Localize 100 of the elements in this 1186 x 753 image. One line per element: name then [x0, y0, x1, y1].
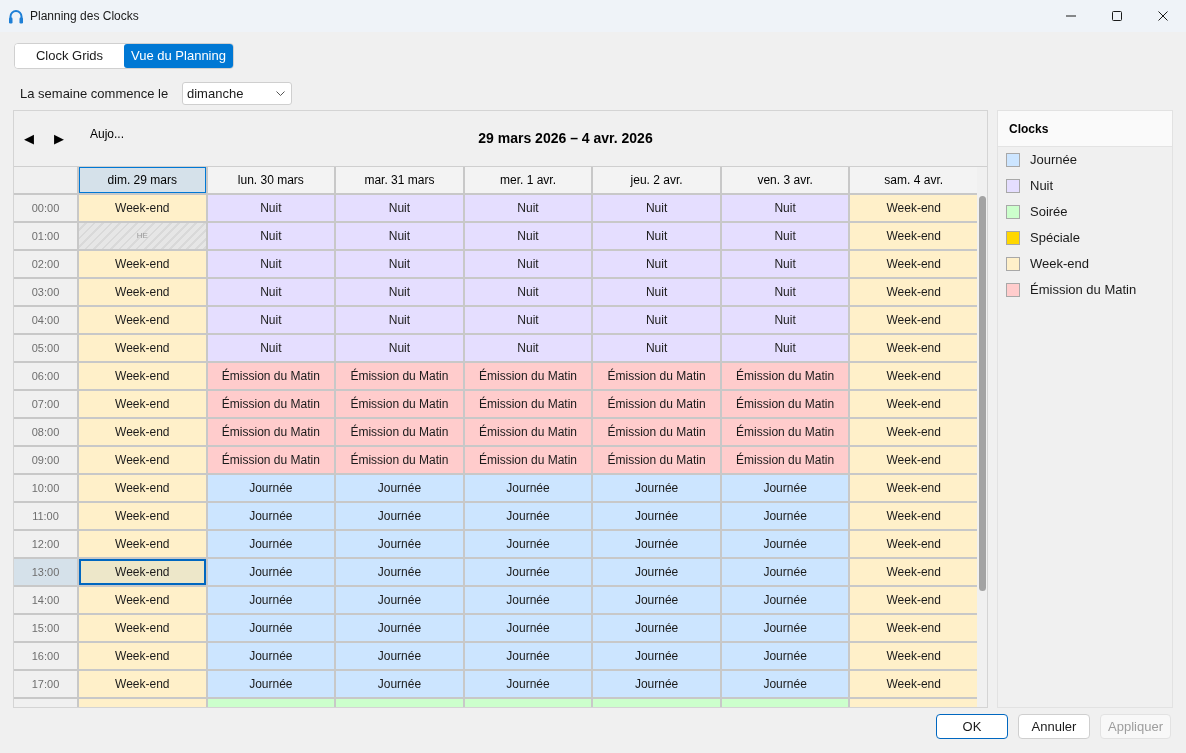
- schedule-cell[interactable]: Journée: [336, 503, 463, 529]
- schedule-cell[interactable]: Émission du Matin: [207, 391, 335, 417]
- schedule-cell[interactable]: Journée: [721, 587, 849, 613]
- schedule-cell[interactable]: Journée: [336, 559, 463, 585]
- schedule-cell[interactable]: Week-end: [79, 587, 206, 613]
- schedule-cell[interactable]: Journée: [464, 531, 592, 557]
- schedule-cell[interactable]: Nuit: [336, 307, 463, 333]
- schedule-cell[interactable]: Journée: [593, 531, 720, 557]
- schedule-cell[interactable]: Nuit: [464, 307, 592, 333]
- schedule-cell[interactable]: Nuit: [464, 335, 592, 361]
- dialog-button[interactable]: Annuler: [1018, 714, 1090, 739]
- schedule-cell[interactable]: Émission du Matin: [464, 363, 592, 389]
- schedule-cell[interactable]: Journée: [593, 587, 720, 613]
- schedule-cell[interactable]: Week-end: [850, 643, 977, 669]
- schedule-cell[interactable]: Émission du Matin: [593, 391, 720, 417]
- schedule-cell[interactable]: Week-end: [850, 279, 977, 305]
- schedule-cell[interactable]: Émission du Matin: [593, 419, 720, 445]
- schedule-cell[interactable]: Émission du Matin: [721, 419, 849, 445]
- schedule-cell[interactable]: Week-end: [850, 307, 977, 333]
- schedule-cell[interactable]: Journée: [593, 475, 720, 501]
- schedule-cell[interactable]: Journée: [336, 587, 463, 613]
- schedule-cell[interactable]: Journée: [464, 587, 592, 613]
- schedule-cell[interactable]: Journée: [207, 587, 335, 613]
- schedule-cell[interactable]: Week-end: [79, 419, 206, 445]
- schedule-cell[interactable]: Nuit: [464, 195, 592, 221]
- schedule-cell[interactable]: Nuit: [721, 195, 849, 221]
- schedule-cell[interactable]: Nuit: [721, 307, 849, 333]
- schedule-cell[interactable]: Nuit: [464, 251, 592, 277]
- schedule-cell[interactable]: Journée: [207, 615, 335, 641]
- schedule-cell[interactable]: Week-end: [850, 419, 977, 445]
- schedule-cell[interactable]: Émission du Matin: [464, 391, 592, 417]
- schedule-cell[interactable]: Nuit: [207, 335, 335, 361]
- schedule-cell[interactable]: Émission du Matin: [207, 363, 335, 389]
- schedule-cell[interactable]: Week-end: [850, 447, 977, 473]
- previous-button[interactable]: ◀: [14, 126, 44, 151]
- schedule-cell[interactable]: Journée: [721, 671, 849, 697]
- schedule-cell[interactable]: Émission du Matin: [593, 447, 720, 473]
- schedule-cell[interactable]: Week-end: [850, 335, 977, 361]
- schedule-cell[interactable]: Émission du Matin: [721, 391, 849, 417]
- schedule-cell[interactable]: Week-end: [850, 251, 977, 277]
- schedule-cell[interactable]: Journée: [336, 531, 463, 557]
- schedule-cell[interactable]: Émission du Matin: [464, 419, 592, 445]
- schedule-cell[interactable]: Journée: [593, 559, 720, 585]
- schedule-cell[interactable]: Week-end: [79, 363, 206, 389]
- schedule-cell[interactable]: Journée: [464, 503, 592, 529]
- schedule-cell[interactable]: Nuit: [336, 335, 463, 361]
- schedule-cell[interactable]: Émission du Matin: [207, 447, 335, 473]
- schedule-cell[interactable]: Week-end: [79, 307, 206, 333]
- schedule-cell[interactable]: Journée: [207, 475, 335, 501]
- schedule-cell[interactable]: Nuit: [721, 335, 849, 361]
- schedule-cell[interactable]: Journée: [336, 615, 463, 641]
- schedule-cell[interactable]: Week-end: [850, 531, 977, 557]
- schedule-cell[interactable]: Week-end: [850, 559, 977, 585]
- schedule-cell[interactable]: Week-end: [79, 475, 206, 501]
- schedule-cell[interactable]: Nuit: [593, 279, 720, 305]
- schedule-cell[interactable]: Week-end: [79, 531, 206, 557]
- schedule-cell[interactable]: Week-end: [850, 363, 977, 389]
- schedule-cell[interactable]: Journée: [336, 671, 463, 697]
- schedule-cell[interactable]: Journée: [207, 643, 335, 669]
- schedule-cell[interactable]: Émission du Matin: [721, 447, 849, 473]
- schedule-cell[interactable]: Journée: [207, 559, 335, 585]
- schedule-cell[interactable]: Week-end: [79, 503, 206, 529]
- schedule-cell[interactable]: Week-end: [850, 587, 977, 613]
- scrollbar-thumb[interactable]: [978, 196, 986, 591]
- schedule-cell[interactable]: Émission du Matin: [207, 419, 335, 445]
- schedule-cell[interactable]: Nuit: [207, 307, 335, 333]
- schedule-cell[interactable]: Week-end: [79, 559, 206, 585]
- tab[interactable]: Vue du Planning: [124, 44, 233, 68]
- schedule-cell[interactable]: Week-end: [850, 475, 977, 501]
- next-button[interactable]: ▶: [44, 126, 74, 151]
- schedule-cell[interactable]: Week-end: [79, 335, 206, 361]
- schedule-cell[interactable]: Nuit: [593, 251, 720, 277]
- schedule-cell[interactable]: Journée: [464, 475, 592, 501]
- schedule-cell[interactable]: Journée: [593, 643, 720, 669]
- schedule-cell[interactable]: Week-end: [79, 447, 206, 473]
- schedule-cell[interactable]: Nuit: [721, 251, 849, 277]
- dialog-button[interactable]: OK: [936, 714, 1008, 739]
- schedule-cell[interactable]: Week-end: [850, 195, 977, 221]
- schedule-cell[interactable]: Journée: [593, 503, 720, 529]
- schedule-cell[interactable]: Journée: [464, 643, 592, 669]
- schedule-cell[interactable]: Week-end: [79, 671, 206, 697]
- schedule-cell[interactable]: Nuit: [593, 195, 720, 221]
- schedule-cell[interactable]: Émission du Matin: [593, 363, 720, 389]
- schedule-cell[interactable]: Week-end: [79, 615, 206, 641]
- schedule-cell[interactable]: Nuit: [464, 279, 592, 305]
- today-button[interactable]: Aujo...: [90, 123, 125, 144]
- schedule-cell[interactable]: Émission du Matin: [336, 391, 463, 417]
- schedule-cell[interactable]: Nuit: [336, 279, 463, 305]
- schedule-cell[interactable]: Week-end: [850, 615, 977, 641]
- schedule-cell[interactable]: Nuit: [464, 223, 592, 249]
- schedule-cell[interactable]: Émission du Matin: [336, 447, 463, 473]
- schedule-cell[interactable]: Journée: [464, 615, 592, 641]
- schedule-cell[interactable]: Week-end: [79, 643, 206, 669]
- schedule-cell[interactable]: Nuit: [593, 335, 720, 361]
- schedule-cell[interactable]: Nuit: [207, 251, 335, 277]
- schedule-cell[interactable]: Week-end: [850, 223, 977, 249]
- schedule-cell[interactable]: Week-end: [79, 251, 206, 277]
- schedule-cell[interactable]: Journée: [721, 531, 849, 557]
- schedule-cell[interactable]: Journée: [207, 671, 335, 697]
- schedule-cell[interactable]: Nuit: [721, 223, 849, 249]
